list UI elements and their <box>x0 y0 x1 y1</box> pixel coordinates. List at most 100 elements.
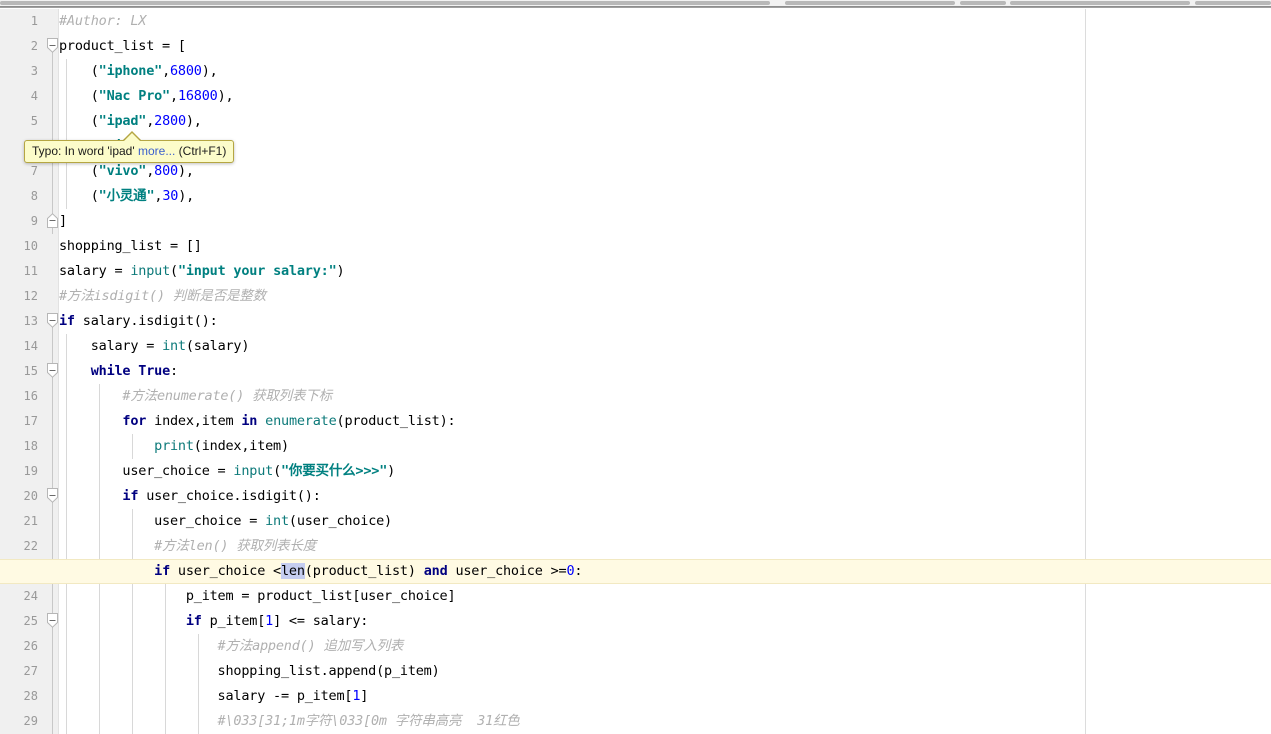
code-line[interactable]: if p_item[1] <= salary: <box>59 609 369 634</box>
line-number-gutter[interactable]: 1234567891011121314151617181920212223242… <box>0 9 58 734</box>
fold-collapse-icon[interactable] <box>47 363 58 378</box>
code-line[interactable]: #方法enumerate() 获取列表下标 <box>59 384 332 409</box>
code-token-plain: salary = <box>59 338 163 354</box>
fold-collapse-icon[interactable] <box>47 313 58 328</box>
code-line[interactable]: user_choice = int(user_choice) <box>59 509 392 534</box>
inspection-tooltip[interactable]: Typo: In word 'ipad' more... (Ctrl+F1) <box>24 140 235 163</box>
line-number: 15 <box>23 364 38 378</box>
line-number: 25 <box>23 614 38 628</box>
code-line[interactable]: ("Nac Pro",16800), <box>59 84 234 109</box>
code-line[interactable]: if user_choice <len(product_list) and us… <box>59 559 583 584</box>
code-line[interactable]: salary = int(salary) <box>59 334 250 359</box>
code-line[interactable]: for index,item in enumerate(product_list… <box>59 409 455 434</box>
code-line[interactable]: salary -= p_item[1] <box>59 684 369 709</box>
code-token-plain: ( <box>170 263 178 279</box>
line-number: 9 <box>30 214 38 228</box>
line-number: 1 <box>30 14 38 28</box>
line-number: 11 <box>23 264 38 278</box>
code-line[interactable]: ("小灵通",30), <box>59 184 195 209</box>
code-token-plain: salary = <box>59 263 131 279</box>
line-number: 5 <box>30 114 38 128</box>
code-line[interactable]: user_choice = input("你要买什么>>>") <box>59 459 395 484</box>
code-token-plain: (index,item) <box>193 438 289 454</box>
code-token-plain: , <box>146 113 155 129</box>
scrollbar-thumb[interactable] <box>0 1 770 5</box>
code-line[interactable]: salary = input("input your salary:") <box>59 259 345 284</box>
code-token-num: 30 <box>162 188 179 204</box>
code-token-str: "你要买什么>>>" <box>281 463 388 479</box>
code-line[interactable]: ("iphone",6800), <box>59 59 218 84</box>
line-number: 19 <box>23 464 38 478</box>
code-token-plain: ), <box>217 88 234 104</box>
fold-collapse-icon[interactable] <box>47 38 58 53</box>
code-token-num: 2800 <box>154 113 186 129</box>
code-line[interactable]: product_list = [ <box>59 34 186 59</box>
code-token-kw: for <box>122 413 147 429</box>
code-line[interactable]: #方法isdigit() 判断是否是整数 <box>59 284 266 309</box>
code-token-str: "ipad" <box>98 113 147 129</box>
fold-collapse-icon[interactable] <box>47 488 58 503</box>
code-line[interactable]: if user_choice.isdigit(): <box>59 484 320 509</box>
line-number: 18 <box>23 439 38 453</box>
code-token-cmt: #\033[31;1m字符\033[0m 字符串高亮 31红色 <box>59 713 520 729</box>
scrollbar-thumb[interactable] <box>785 1 955 5</box>
code-token-fn: enumerate <box>265 413 337 429</box>
code-content-area[interactable]: #Author: LX product_list = [ ("iphone",68… <box>0 9 1271 734</box>
scrollbar-thumb[interactable] <box>1010 1 1190 5</box>
code-token-plain: ( <box>59 113 99 129</box>
code-line[interactable]: shopping_list = [] <box>59 234 202 259</box>
code-token-plain: product_list = [ <box>59 38 186 54</box>
code-token-plain: ), <box>177 163 194 179</box>
code-folding-gutter[interactable] <box>45 9 58 734</box>
scrollbar-thumb[interactable] <box>1195 1 1271 5</box>
code-token-kw: while True <box>90 363 170 379</box>
code-token-plain: (salary) <box>185 338 250 354</box>
code-line[interactable]: #方法len() 获取列表长度 <box>59 534 316 559</box>
code-token-num: 16800 <box>177 88 218 104</box>
code-token-cmt: #方法isdigit() 判断是否是整数 <box>59 288 266 304</box>
code-token-kw: if <box>154 563 170 579</box>
code-line[interactable]: shopping_list.append(p_item) <box>59 659 440 684</box>
code-token-plain: ( <box>59 63 99 79</box>
code-token-str: "小灵通" <box>98 188 155 204</box>
code-editor[interactable]: 1234567891011121314151617181920212223242… <box>0 9 1271 734</box>
right-margin-guide <box>1085 9 1086 734</box>
code-line[interactable]: #Author: LX <box>59 9 146 34</box>
code-token-plain: ) <box>336 263 345 279</box>
line-number: 8 <box>30 189 38 203</box>
code-line[interactable]: print(index,item) <box>59 434 289 459</box>
code-line[interactable]: while True: <box>59 359 178 384</box>
code-token-str: "Nac Pro" <box>98 88 171 104</box>
code-line[interactable]: p_item = product_list[user_choice] <box>59 584 456 609</box>
horizontal-scrollbar[interactable] <box>0 0 1271 8</box>
code-line[interactable]: if salary.isdigit(): <box>59 309 218 334</box>
code-line[interactable]: #方法append() 追加写入列表 <box>59 634 404 659</box>
code-token-plain: ] <box>59 213 67 229</box>
code-token-kw: if <box>122 488 139 504</box>
code-token-plain: user_choice = <box>59 513 266 529</box>
code-token-plain: ) <box>387 463 396 479</box>
code-token-fn: print <box>154 438 194 454</box>
code-token-plain: ( <box>273 463 281 479</box>
code-token-plain: user_choice < <box>170 563 281 579</box>
code-token-plain: ), <box>201 63 218 79</box>
code-line[interactable]: #\033[31;1m字符\033[0m 字符串高亮 31红色 <box>59 709 520 734</box>
line-number: 16 <box>23 389 38 403</box>
code-token-plain: p_item[ <box>201 613 266 629</box>
code-token-cmt: #Author: LX <box>59 13 147 29</box>
code-line[interactable]: ] <box>59 209 67 234</box>
code-token-plain: , <box>170 88 178 104</box>
code-token-plain: user_choice >= <box>447 563 567 579</box>
code-token-plain: index,item <box>146 413 242 429</box>
scrollbar-thumb[interactable] <box>960 1 1006 5</box>
tooltip-more-link[interactable]: more... <box>138 144 175 158</box>
fold-collapse-icon[interactable] <box>47 613 58 628</box>
fold-end-icon[interactable] <box>47 213 58 228</box>
code-token-plain: ), <box>178 188 195 204</box>
code-token-kw: and <box>423 563 448 579</box>
